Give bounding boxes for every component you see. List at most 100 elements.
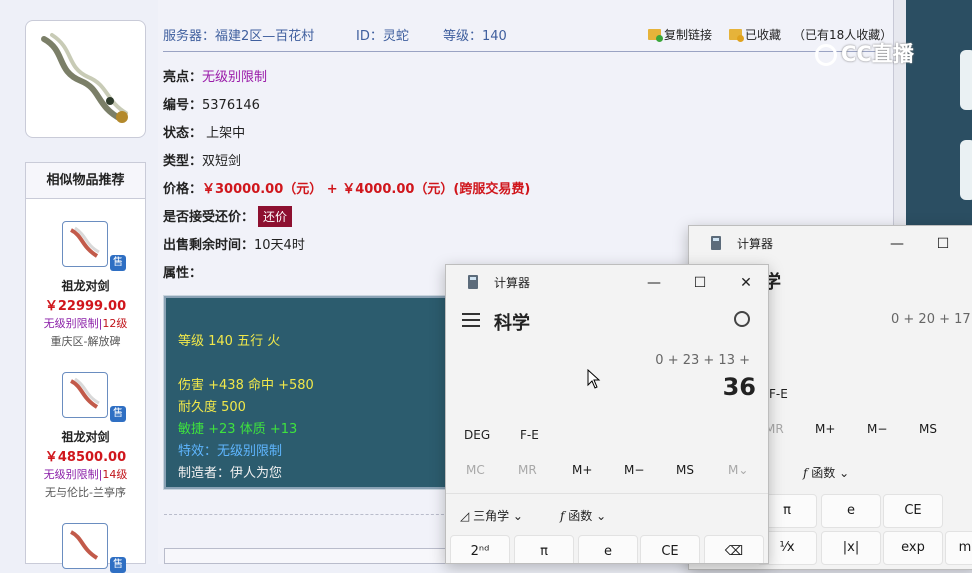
menu-icon[interactable] bbox=[462, 313, 480, 327]
counter-offer-button[interactable]: 还价 bbox=[258, 206, 293, 227]
counter-offer-label: 是否接受还价： bbox=[163, 210, 255, 225]
counter-offer-row: 是否接受还价： 还价 bbox=[163, 206, 293, 227]
e-key[interactable]: e bbox=[578, 535, 638, 563]
mouse-cursor-icon bbox=[587, 369, 601, 389]
similar-item-price: ￥48500.00 bbox=[44, 450, 127, 465]
similar-item[interactable]: 售 祖龙对剑 ￥22999.00 无级别限制|12级 重庆区-解放碑 bbox=[26, 221, 145, 351]
similar-items-title: 相似物品推荐 bbox=[26, 163, 145, 199]
favorite-button[interactable]: 已收藏 bbox=[729, 26, 781, 43]
history-icon[interactable] bbox=[734, 311, 750, 327]
deg-button[interactable]: DEG bbox=[464, 428, 490, 442]
similar-item-thumb[interactable] bbox=[62, 221, 108, 267]
similar-item-thumb[interactable] bbox=[62, 372, 108, 418]
functions-dropdown[interactable]: f 函数 ⌄ bbox=[803, 464, 849, 481]
ms-button[interactable]: MS bbox=[919, 422, 937, 436]
listing-header: 服务器：福建2区—百花村 ID：灵蛇 等级：140 复制链接 已收藏 （已有18… bbox=[163, 24, 892, 52]
divider bbox=[446, 493, 768, 494]
tag-text: 无级别限制 bbox=[43, 468, 99, 481]
id-value: 灵蛇 bbox=[382, 29, 409, 44]
cc-logo-text: CC直播 bbox=[841, 42, 914, 66]
mode-title: 科学 bbox=[494, 313, 530, 334]
ce-key[interactable]: CE bbox=[883, 494, 943, 528]
window-title: 计算器 bbox=[737, 237, 774, 251]
expression: 0 + 20 + 17 + bbox=[891, 312, 972, 327]
calculator-window[interactable]: 计算器 — ☐ ✕ 科学 0 + 23 + 13 + 36 DEG F-E MC… bbox=[445, 264, 769, 564]
minimize-button[interactable]: — bbox=[877, 232, 917, 256]
similar-item-tag: 无级别限制|14级 bbox=[43, 468, 128, 481]
calculator-icon bbox=[711, 236, 721, 250]
similar-item-server: 无与伦比-兰亭序 bbox=[45, 486, 126, 499]
attr-effect: 特效：无级别限制 bbox=[178, 444, 283, 459]
level-value: 140 bbox=[482, 29, 507, 44]
m-minus-button[interactable]: M− bbox=[867, 422, 887, 436]
window-title: 计算器 bbox=[494, 276, 531, 290]
expression: 0 + 23 + 13 + bbox=[655, 353, 750, 368]
tag-text: 无级别限制 bbox=[43, 317, 99, 330]
triangle-icon: ◿ bbox=[460, 509, 470, 523]
cc-logo-icon bbox=[815, 44, 837, 66]
attr-durability: 耐久度 500 bbox=[178, 400, 246, 415]
maximize-button[interactable]: ☐ bbox=[923, 232, 963, 256]
sale-badge: 售 bbox=[110, 557, 126, 573]
mc-button[interactable]: MC bbox=[466, 463, 485, 477]
ce-key[interactable]: CE bbox=[640, 535, 700, 563]
pi-key[interactable]: π bbox=[514, 535, 574, 563]
highlight-value: 无级别限制 bbox=[202, 70, 268, 85]
e-key[interactable]: e bbox=[821, 494, 881, 528]
m-minus-button[interactable]: M− bbox=[624, 463, 644, 477]
calculator-icon bbox=[468, 275, 478, 289]
type-row: 类型：双短剑 bbox=[163, 150, 241, 169]
status-value: 上架中 bbox=[206, 126, 246, 141]
titlebar[interactable]: 计算器 — ☐ ✕ bbox=[446, 265, 768, 299]
memory-list-button[interactable]: M⌄ bbox=[728, 463, 748, 477]
lower-panel bbox=[164, 548, 454, 564]
titlebar[interactable]: 计算器 — ☐ bbox=[689, 226, 972, 260]
remaining-time-row: 出售剩余时间：10天4时 bbox=[163, 234, 305, 253]
remaining-time-value: 10天4时 bbox=[254, 238, 305, 253]
server-value: 福建2区—百花村 bbox=[215, 29, 315, 44]
sword-icon bbox=[69, 226, 100, 258]
sale-badge: 售 bbox=[110, 255, 126, 271]
side-card bbox=[960, 50, 972, 110]
trigonometry-label: 三角学 bbox=[473, 509, 510, 523]
attr-level: 等级 140 五行 火 bbox=[178, 334, 281, 349]
attributes-label: 属性： bbox=[163, 266, 203, 281]
copy-link-label: 复制链接 bbox=[664, 28, 713, 42]
similar-item-tag: 无级别限制|12级 bbox=[43, 317, 128, 330]
similar-item-thumb[interactable] bbox=[62, 523, 108, 569]
mr-button[interactable]: MR bbox=[518, 463, 537, 477]
fe-button[interactable]: F-E bbox=[769, 387, 788, 401]
attr-maker: 制造者：伊人为您 bbox=[178, 466, 283, 481]
copy-link-button[interactable]: 复制链接 bbox=[648, 26, 712, 43]
m-plus-button[interactable]: M+ bbox=[815, 422, 835, 436]
close-button[interactable]: ✕ bbox=[726, 271, 766, 295]
type-label: 类型： bbox=[163, 154, 203, 169]
item-image[interactable] bbox=[25, 20, 146, 138]
second-key[interactable]: 2ⁿᵈ bbox=[450, 535, 510, 563]
m-plus-button[interactable]: M+ bbox=[572, 463, 592, 477]
fe-button[interactable]: F-E bbox=[520, 428, 539, 442]
similar-item-price: ￥22999.00 bbox=[44, 299, 127, 314]
minimize-button[interactable]: — bbox=[634, 271, 674, 295]
server-label: 服务器： bbox=[163, 29, 216, 44]
level-label: 等级： bbox=[443, 29, 483, 44]
price-value: ￥30000.00（元） + ￥4000.00（元）(跨服交易费) bbox=[202, 182, 531, 197]
exp-key[interactable]: exp bbox=[883, 531, 943, 565]
similar-item[interactable]: 售 祖龙对剑 ￥48500.00 无级别限制|14级 无与伦比-兰亭序 bbox=[26, 372, 145, 502]
maximize-button[interactable]: ☐ bbox=[680, 271, 720, 295]
attributes-box: 等级 140 五行 火 伤害 +438 命中 +580 耐久度 500 敏捷 +… bbox=[163, 295, 455, 490]
trigonometry-dropdown[interactable]: ◿ 三角学 ⌄ bbox=[460, 507, 523, 524]
mod-key[interactable]: m bbox=[945, 531, 972, 565]
function-icon: f bbox=[803, 466, 808, 480]
similar-item-name[interactable]: 祖龙对剑 bbox=[26, 428, 145, 445]
copy-link-icon bbox=[648, 29, 663, 42]
abs-key[interactable]: |x| bbox=[821, 531, 881, 565]
functions-dropdown[interactable]: f 函数 ⌄ bbox=[560, 507, 606, 524]
similar-item-name[interactable]: 祖龙对剑 bbox=[26, 277, 145, 294]
price-row: 价格：￥30000.00（元） + ￥4000.00（元）(跨服交易费) bbox=[163, 178, 530, 197]
ms-button[interactable]: MS bbox=[676, 463, 694, 477]
backspace-key[interactable]: ⌫ bbox=[704, 535, 764, 563]
sale-badge: 售 bbox=[110, 406, 126, 422]
similar-item[interactable]: 售 bbox=[26, 523, 145, 573]
attributes-row: 属性： bbox=[163, 262, 202, 281]
